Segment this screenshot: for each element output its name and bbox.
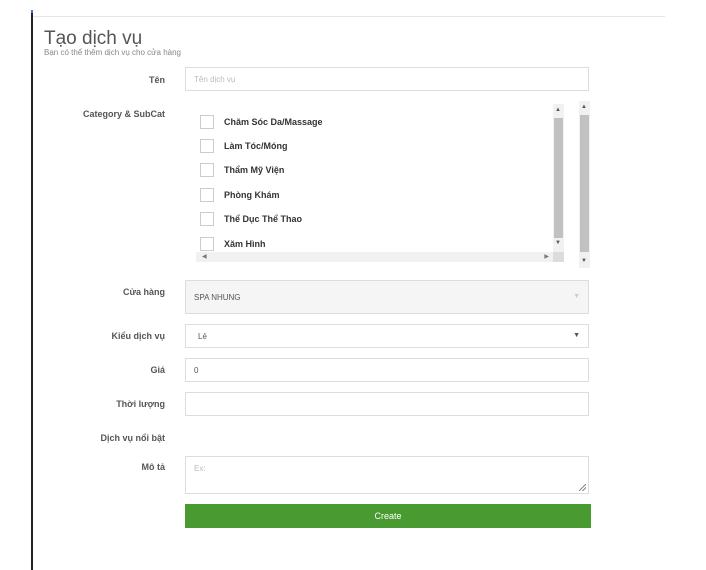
service-type-value: Lẻ xyxy=(198,332,207,341)
resize-handle-icon[interactable] xyxy=(579,484,586,491)
top-divider xyxy=(33,16,665,17)
scroll-up-icon[interactable]: ▲ xyxy=(555,107,561,113)
scroll-thumb[interactable] xyxy=(580,115,589,252)
scroll-down-icon[interactable]: ▼ xyxy=(555,240,561,246)
scroll-thumb[interactable] xyxy=(554,118,563,238)
description-placeholder: Ex: xyxy=(194,464,206,473)
category-horizontal-scrollbar[interactable]: ◀ ▶ xyxy=(196,252,553,262)
service-type-select[interactable]: Lẻ ▼ xyxy=(185,324,589,348)
name-label: Tên xyxy=(148,75,165,85)
category-item-label: Chăm Sóc Da/Massage xyxy=(224,117,323,127)
price-label: Giá xyxy=(150,365,165,375)
chevron-down-icon: ▼ xyxy=(573,293,580,300)
scroll-down-icon[interactable]: ▼ xyxy=(581,258,587,264)
scroll-left-icon[interactable]: ◀ xyxy=(202,253,207,260)
scroll-up-icon[interactable]: ▲ xyxy=(581,104,587,110)
category-item-label: Thẩm Mỹ Viện xyxy=(224,165,285,175)
category-checkbox[interactable] xyxy=(200,212,214,226)
store-select[interactable]: SPA NHUNG ▼ xyxy=(185,280,589,314)
category-label: Category & SubCat xyxy=(82,109,165,119)
category-checkbox[interactable] xyxy=(200,163,214,177)
category-vertical-scrollbar[interactable]: ▲ ▼ xyxy=(553,104,564,252)
category-checkbox[interactable] xyxy=(200,139,214,153)
description-label: Mô tả xyxy=(141,462,166,472)
left-border xyxy=(31,13,33,570)
price-input[interactable]: 0 xyxy=(185,358,589,382)
price-value: 0 xyxy=(194,366,199,375)
duration-label: Thời lượng xyxy=(116,399,165,409)
service-type-label: Kiểu dịch vụ xyxy=(111,331,165,341)
page-subtitle: Bạn có thể thêm dịch vụ cho cửa hàng xyxy=(44,48,181,57)
category-checkbox[interactable] xyxy=(200,115,214,129)
page-title: Tạo dịch vụ xyxy=(44,28,143,49)
featured-label: Dịch vụ nổi bật xyxy=(100,433,165,443)
category-item-label: Làm Tóc/Móng xyxy=(224,141,288,151)
description-textarea[interactable]: Ex: xyxy=(185,456,589,494)
category-item-label: Xăm Hình xyxy=(224,239,266,249)
chevron-down-icon: ▼ xyxy=(573,332,580,339)
store-label: Cửa hàng xyxy=(122,287,165,297)
category-item-label: Thể Dục Thể Thao xyxy=(224,214,303,224)
name-input[interactable]: Tên dịch vụ xyxy=(185,67,589,91)
store-value: SPA NHUNG xyxy=(194,293,241,302)
category-checkbox[interactable] xyxy=(200,188,214,202)
category-list: Chăm Sóc Da/Massage Làm Tóc/Móng Thẩm Mỹ… xyxy=(196,104,566,262)
duration-input[interactable] xyxy=(185,392,589,416)
name-placeholder: Tên dịch vụ xyxy=(194,75,236,84)
category-item-label: Phòng Khám xyxy=(224,190,280,200)
scroll-right-icon[interactable]: ▶ xyxy=(544,253,549,260)
scrollbar-corner xyxy=(553,252,564,262)
category-checkbox[interactable] xyxy=(200,237,214,251)
create-button[interactable]: Create xyxy=(185,504,591,528)
outer-vertical-scrollbar[interactable]: ▲ ▼ xyxy=(579,101,590,268)
